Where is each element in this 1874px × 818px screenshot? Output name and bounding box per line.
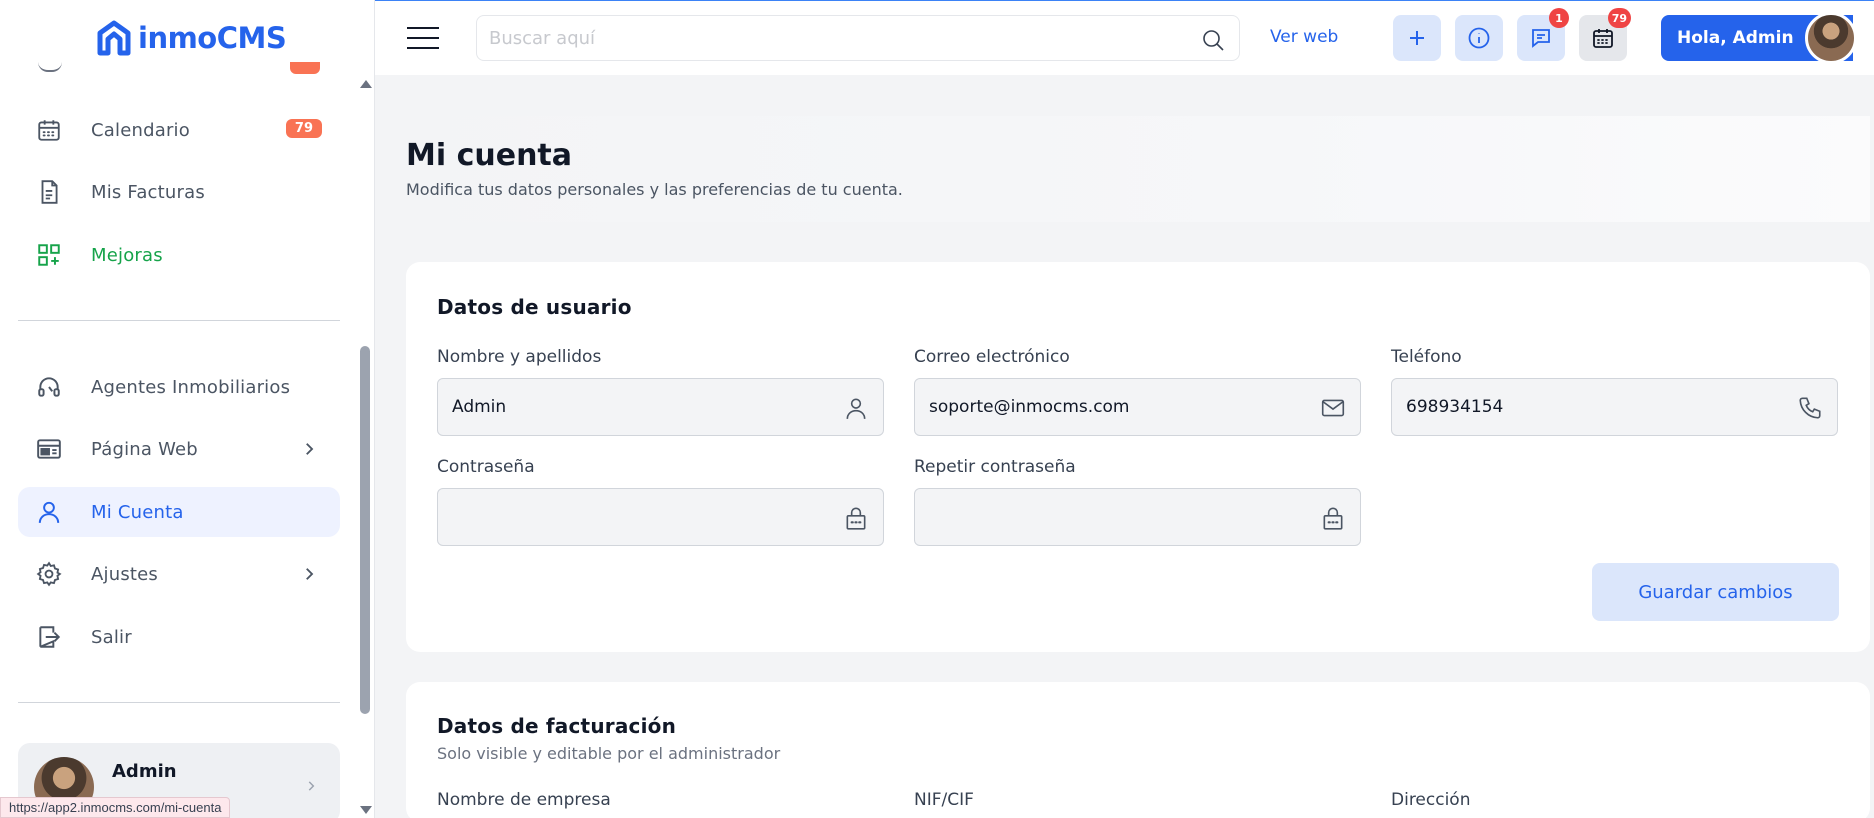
search-box [476,15,1240,61]
calendar-badge: 79 [1607,8,1631,28]
logo-icon [97,20,131,56]
email-label: Correo electrónico [914,347,1070,367]
logo[interactable]: inmoCMS [96,18,287,58]
calendar-icon [38,120,60,141]
greeting-label: Hola, Admin [1677,28,1794,48]
card-title: Datos de facturación [437,714,677,738]
chat-icon [1532,29,1550,48]
partial-nav-icon [38,62,62,72]
info-icon [1468,27,1490,49]
calendar-icon [1593,29,1613,48]
search-input[interactable] [489,24,1179,52]
repeat-password-field [914,488,1361,546]
headset-icon [38,377,60,397]
sidebar-divider [18,702,340,703]
nif-label: NIF/CIF [914,790,974,810]
sidebar-item-calendario[interactable]: Calendario 79 [18,105,340,155]
avatar[interactable] [1805,12,1857,64]
page-header: Mi cuenta Modifica tus datos personales … [375,116,1870,222]
user-icon [38,501,60,523]
save-button[interactable]: Guardar cambios [1592,563,1839,621]
messages-button[interactable]: 1 [1517,8,1569,61]
sidebar-item-pagina-web[interactable]: Página Web [18,424,340,474]
calendar-count-badge: 79 [285,119,322,138]
password-field [437,488,884,546]
repeat-password-label: Repetir contraseña [914,457,1076,477]
sidebar-item-label: Mis Facturas [91,181,205,203]
search-icon[interactable] [1201,28,1225,52]
name-label: Nombre y apellidos [437,347,602,367]
billing-data-card: Datos de facturación Solo visible y edit… [406,682,1870,818]
repeat-password-input[interactable] [929,503,1309,531]
calendar-button[interactable]: 79 [1579,8,1631,61]
sidebar-scrollbar-thumb[interactable] [360,346,370,714]
address-label: Dirección [1391,790,1471,810]
page-title: Mi cuenta [406,138,573,173]
chevron-right-icon [306,443,314,455]
invoice-icon [41,180,58,204]
messages-badge: 1 [1549,8,1569,28]
ver-web-link[interactable]: Ver web [1270,27,1338,47]
grid-plus-icon [38,244,60,266]
chevron-right-icon [308,781,315,791]
name-input[interactable] [452,393,832,421]
sidebar-item-ajustes[interactable]: Ajustes [18,549,340,599]
gear-icon [36,561,62,587]
sidebar-item-label: Mejoras [91,244,163,266]
sidebar-item-label: Ajustes [91,563,159,585]
card-title: Datos de usuario [437,295,632,319]
add-button[interactable] [1393,15,1441,61]
brand-name: inmoCMS [138,21,287,55]
status-bar-url: https://app2.inmocms.com/mi-cuenta [0,797,231,818]
user-icon [846,398,866,419]
topbar: Ver web 1 79 Hola, Admin [375,0,1874,75]
card-subtitle: Solo visible y editable por el administr… [437,744,781,763]
email-field [914,378,1361,436]
menu-toggle-button[interactable] [407,27,439,49]
sidebar: inmoCMS Calendario 79 Mis Facturas Mejor… [0,0,375,818]
sidebar-item-mejoras[interactable]: Mejoras [18,230,340,280]
user-data-card: Datos de usuario Nombre y apellidos Corr… [406,262,1870,652]
phone-field [1391,378,1838,436]
sidebar-item-label: Agentes Inmobiliarios [91,376,291,398]
logout-icon [39,626,61,648]
password-input[interactable] [452,503,832,531]
name-field [437,378,884,436]
hamburger-line [407,37,439,39]
password-label: Contraseña [437,457,535,477]
phone-label: Teléfono [1391,347,1462,367]
chevron-right-icon [306,568,314,580]
scroll-up-arrow[interactable] [360,80,372,88]
sidebar-item-label: Página Web [91,438,198,460]
phone-icon [1799,397,1821,419]
info-button[interactable] [1455,15,1503,61]
sidebar-item-mis-facturas[interactable]: Mis Facturas [18,167,340,217]
sidebar-divider [18,320,340,321]
lock-icon [1323,507,1343,530]
page-subtitle: Modifica tus datos personales y las pref… [406,180,903,199]
sidebar-item-label: Calendario [91,119,190,141]
scroll-down-arrow[interactable] [360,806,372,814]
sidebar-item-label: Mi Cuenta [91,501,184,523]
hamburger-line [407,27,439,29]
sidebar-item-agentes[interactable]: Agentes Inmobiliarios [18,362,340,412]
lock-icon [846,507,866,530]
sidebar-item-label: Salir [91,626,132,648]
phone-input[interactable] [1406,393,1786,421]
plus-icon [1410,31,1424,45]
company-label: Nombre de empresa [437,790,611,810]
browser-icon [37,439,61,459]
envelope-icon [1321,399,1345,417]
sidebar-user-name: Admin [112,761,177,782]
sidebar-item-mi-cuenta[interactable]: Mi Cuenta [18,487,340,537]
email-input[interactable] [929,393,1309,421]
partial-nav-badge [290,62,320,74]
hamburger-line [407,47,439,49]
sidebar-item-salir[interactable]: Salir [18,612,340,662]
